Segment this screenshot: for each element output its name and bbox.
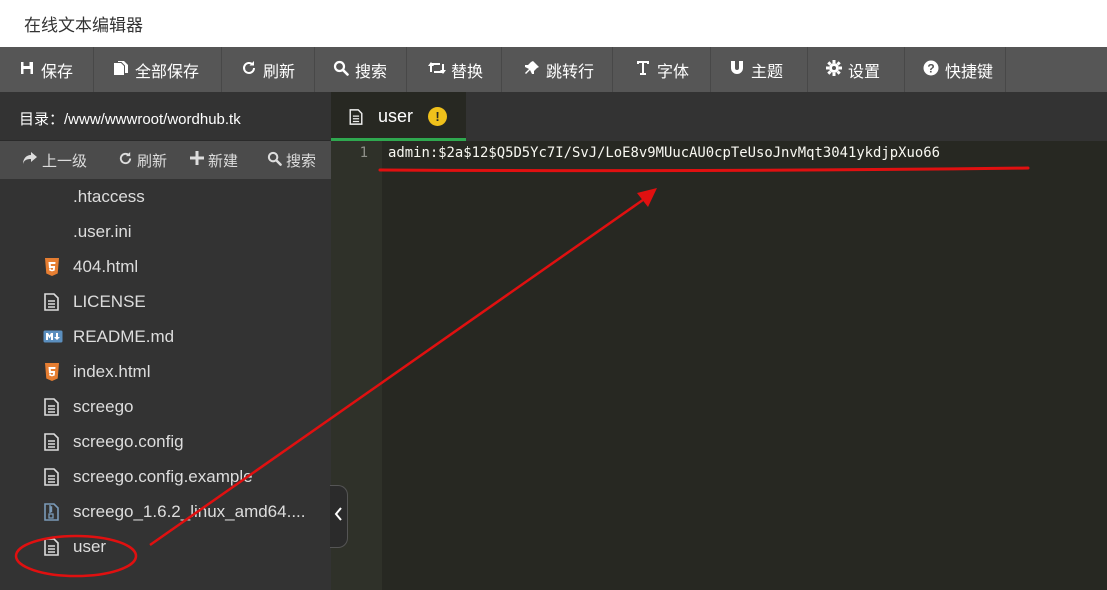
html5-icon	[44, 258, 60, 276]
replace-icon	[428, 61, 446, 79]
unsaved-warning-icon: !	[428, 107, 447, 126]
file-list: .htaccess .user.ini 404.html LICENSE REA…	[0, 179, 331, 564]
pin-icon	[523, 60, 541, 80]
file-text-icon	[44, 468, 60, 486]
file-text-icon	[44, 293, 60, 311]
search-label: 搜索	[355, 63, 388, 81]
font-button[interactable]: 字体	[613, 47, 711, 92]
window-title: 在线文本编辑器	[24, 16, 143, 35]
directory-path: 目录：/www/wwwroot/wordhub.tk	[19, 111, 241, 128]
goto-line-button[interactable]: 跳转行	[502, 47, 613, 92]
refresh-icon	[240, 60, 258, 80]
search-icon	[267, 151, 282, 170]
html5-icon	[44, 363, 60, 381]
file-name: screego.config.example	[73, 467, 253, 486]
search-icon	[332, 60, 350, 80]
file-item-index-html[interactable]: index.html	[0, 354, 331, 389]
file-item-user-ini[interactable]: .user.ini	[0, 214, 331, 249]
theme-label: 主题	[751, 63, 784, 81]
save-all-label: 全部保存	[135, 63, 200, 81]
file-item-user[interactable]: user	[0, 529, 331, 564]
file-item-htaccess[interactable]: .htaccess	[0, 179, 331, 214]
parent-dir-button[interactable]: 上一级	[22, 150, 87, 171]
save-all-button[interactable]: 全部保存	[94, 47, 222, 92]
file-item-404-html[interactable]: 404.html	[0, 249, 331, 284]
file-name: screego_1.6.2_linux_amd64....	[73, 502, 306, 521]
toolbar: 保存 全部保存 刷新 搜索 替换 跳转行 字体 主题 设置 ? 快捷键	[0, 47, 1107, 92]
refresh-label: 刷新	[263, 63, 296, 81]
file-name: screego	[73, 397, 134, 416]
svg-text:?: ?	[927, 61, 934, 75]
directory-bar: 目录：/www/wwwroot/wordhub.tk	[0, 92, 331, 141]
save-label: 保存	[41, 63, 74, 81]
sidebar-actions: 上一级 刷新 新建 搜索	[0, 141, 331, 179]
editor-area: user ! 1 admin:$2a$12$Q5D5Yc7I/SvJ/LoE8v…	[331, 92, 1107, 590]
font-label: 字体	[657, 63, 690, 81]
file-item-readme-md[interactable]: README.md	[0, 319, 331, 354]
title-bar: 在线文本编辑器	[0, 0, 1107, 47]
file-item-screego-archive[interactable]: screego_1.6.2_linux_amd64....	[0, 494, 331, 529]
file-text-icon	[44, 433, 60, 451]
gear-icon	[825, 59, 843, 80]
search-button[interactable]: 搜索	[315, 47, 407, 92]
shortcuts-button[interactable]: ? 快捷键	[905, 47, 1006, 92]
refresh-button[interactable]: 刷新	[222, 47, 315, 92]
file-name: LICENSE	[73, 292, 146, 311]
shortcuts-label: 快捷键	[945, 63, 994, 81]
save-icon	[18, 61, 36, 79]
file-text-icon	[44, 398, 60, 416]
file-name: screego.config	[73, 432, 184, 451]
save-button[interactable]: 保存	[0, 47, 94, 92]
replace-button[interactable]: 替换	[407, 47, 502, 92]
file-text-icon	[44, 538, 60, 556]
file-item-screego-config-example[interactable]: screego.config.example	[0, 459, 331, 494]
collapse-sidebar-button[interactable]	[330, 485, 348, 548]
code-editor[interactable]: admin:$2a$12$Q5D5Yc7I/SvJ/LoE8v9MUucAU0c…	[382, 141, 1107, 590]
save-all-icon	[112, 60, 130, 80]
chevron-left-icon	[334, 507, 343, 526]
magnet-icon	[728, 60, 746, 80]
theme-button[interactable]: 主题	[711, 47, 808, 92]
parent-dir-label: 上一级	[42, 152, 88, 170]
file-name: .user.ini	[73, 222, 132, 241]
settings-label: 设置	[848, 63, 881, 81]
file-item-screego[interactable]: screego	[0, 389, 331, 424]
file-name: 404.html	[73, 257, 139, 276]
tab-strip: user !	[331, 92, 1107, 141]
tab-user[interactable]: user !	[331, 92, 466, 141]
replace-label: 替换	[451, 63, 484, 81]
plus-icon	[190, 151, 204, 169]
file-text-icon	[349, 109, 363, 125]
font-icon	[634, 60, 652, 80]
code-line[interactable]: admin:$2a$12$Q5D5Yc7I/SvJ/LoE8v9MUucAU0c…	[388, 145, 940, 161]
file-name: README.md	[73, 327, 175, 346]
new-file-button[interactable]: 新建	[190, 150, 238, 171]
file-name: user	[73, 537, 107, 556]
file-item-screego-config[interactable]: screego.config	[0, 424, 331, 459]
file-explorer: 目录：/www/wwwroot/wordhub.tk 上一级 刷新 新建 搜索	[0, 92, 331, 590]
tab-label: user	[378, 106, 414, 126]
refresh-icon	[118, 151, 133, 170]
sidebar-refresh-label: 刷新	[137, 152, 168, 170]
sidebar-refresh-button[interactable]: 刷新	[118, 150, 167, 171]
file-item-license[interactable]: LICENSE	[0, 284, 331, 319]
sidebar-search-button[interactable]: 搜索	[267, 150, 316, 171]
goto-line-label: 跳转行	[546, 63, 595, 81]
line-number: 1	[359, 145, 368, 161]
archive-icon	[44, 503, 60, 521]
sidebar-search-label: 搜索	[286, 152, 317, 170]
new-file-label: 新建	[208, 152, 239, 170]
file-name: .htaccess	[73, 187, 145, 206]
share-arrow-icon	[22, 151, 38, 169]
settings-button[interactable]: 设置	[808, 47, 905, 92]
markdown-icon	[43, 330, 63, 348]
question-icon: ?	[922, 60, 940, 80]
file-name: index.html	[73, 362, 151, 381]
